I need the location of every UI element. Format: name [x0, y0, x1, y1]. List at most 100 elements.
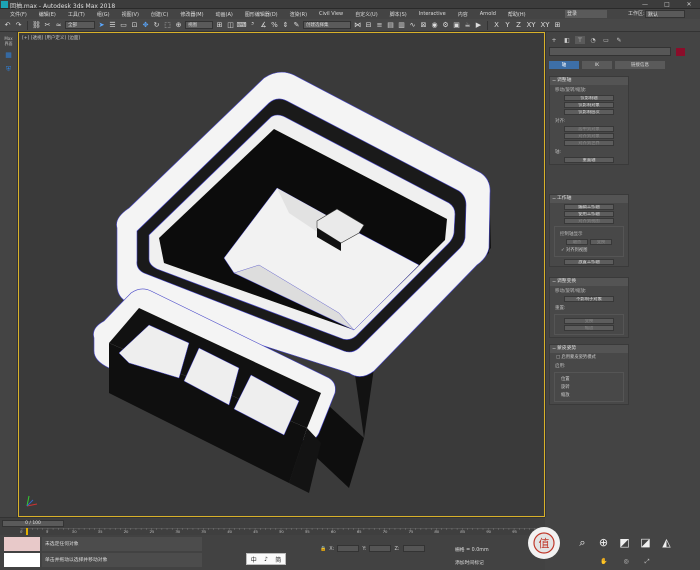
y-coordinate-field[interactable] [369, 545, 392, 552]
zoom-icon[interactable]: ⌕ [575, 535, 590, 550]
reset-transform-button[interactable]: 变换 [564, 318, 614, 324]
menu-interactive[interactable]: Interactive [413, 11, 452, 17]
snap-icon[interactable]: ◫ [226, 21, 235, 30]
unlink-icon[interactable]: ✂ [43, 21, 52, 30]
dont-affect-children-button[interactable]: 不影响子对象 [564, 296, 614, 302]
ime-toolbar[interactable]: 中 ♪ 简 [246, 553, 286, 565]
affect-pivot-only-button[interactable]: 仅影响轴 [564, 95, 614, 101]
affect-object-only-button[interactable]: 仅影响对象 [564, 102, 614, 108]
create-tab-icon[interactable]: + [549, 36, 559, 44]
align-to-world-button[interactable]: 对齐到世界 [564, 140, 614, 146]
menu-rendering[interactable]: 渲染(R) [284, 11, 313, 18]
rollout-header[interactable]: 工作轴 [550, 195, 628, 203]
zoom-all-icon[interactable]: ⊕ [596, 535, 611, 550]
tab-ik[interactable]: IK [582, 61, 612, 69]
menu-graph-editors[interactable]: 图形编辑器(D) [239, 11, 284, 18]
rotate-icon[interactable]: ↻ [152, 21, 161, 30]
maximize-viewport-icon[interactable]: ⤢ [645, 558, 650, 566]
layer-icon[interactable]: ≡ [375, 21, 384, 30]
mirror-icon[interactable]: ⋈ [353, 21, 362, 30]
maximize-button[interactable]: □ [658, 0, 676, 8]
move-icon[interactable]: ✥ [141, 21, 150, 30]
select-by-name-icon[interactable]: ☰ [108, 21, 117, 30]
menu-scripting[interactable]: 脚本(S) [384, 11, 413, 18]
curve-editor-icon[interactable]: ∿ [408, 21, 417, 30]
selection-filter-dropdown[interactable]: 全部 [65, 21, 95, 29]
minimize-button[interactable]: — [636, 0, 654, 8]
transform-display-button[interactable]: 变换 [590, 239, 612, 245]
menu-edit[interactable]: 编辑(E) [33, 11, 62, 18]
spinner-snap-icon[interactable]: ⇕ [281, 21, 290, 30]
menu-modifiers[interactable]: 修改器(M) [174, 11, 209, 18]
align-to-view-button[interactable]: 对齐到视图 [564, 218, 614, 224]
maxscript-listener-input[interactable] [4, 537, 40, 551]
skin-pose-checkbox[interactable]: □ 启用蒙皮姿势模式 [550, 353, 628, 361]
menu-file[interactable]: 文件(F) [4, 11, 33, 18]
pivot-icon[interactable]: ⊞ [215, 21, 224, 30]
utilities-tab-icon[interactable]: ✎ [614, 36, 624, 44]
rollout-header[interactable]: 蒙皮姿势 [550, 345, 628, 353]
menu-civil-view[interactable]: Civil View [313, 11, 349, 17]
scene-explorer-icon[interactable]: ▤ [386, 21, 395, 30]
axis-display-button[interactable]: 轴点 [566, 239, 588, 245]
reset-pivot-button[interactable]: 重置轴 [564, 157, 614, 163]
object-color-swatch[interactable] [676, 48, 685, 56]
align-to-view-checkbox[interactable]: ✓ 对齐到视图 [555, 246, 623, 254]
percent-snap-icon[interactable]: % [270, 21, 279, 30]
skin-pose-rotation[interactable]: 旋转 [555, 383, 623, 391]
menu-views[interactable]: 视图(V) [116, 11, 145, 18]
ime-mode[interactable]: 中 [251, 555, 257, 564]
perspective-viewport[interactable]: [+] [透视] [用户定义] [边面] [18, 32, 545, 517]
render-setup-icon[interactable]: ⚙ [441, 21, 450, 30]
undo-icon[interactable]: ↶ [3, 21, 12, 30]
scale-icon[interactable]: ⬚ [163, 21, 172, 30]
scene-explorer-icon[interactable]: ▦ [3, 50, 15, 60]
menu-group[interactable]: 组(G) [91, 11, 116, 18]
rollout-header[interactable]: 调整变换 [550, 278, 628, 286]
tab-pivot[interactable]: 轴 [549, 61, 579, 69]
tab-link-info[interactable]: 链接信息 [615, 61, 665, 69]
modify-tab-icon[interactable]: ◧ [562, 36, 572, 44]
keyboard-shortcut-icon[interactable]: ⌨ [236, 21, 246, 30]
object-name-field[interactable] [549, 47, 671, 56]
menu-arnold[interactable]: Arnold [474, 11, 502, 17]
x-coordinate-field[interactable] [337, 545, 360, 552]
menu-create[interactable]: 创建(C) [145, 11, 174, 18]
reference-coord-dropdown[interactable]: 视图 [185, 21, 213, 29]
schematic-icon[interactable]: ⊠ [419, 21, 428, 30]
place-icon[interactable]: ⊕ [174, 21, 183, 30]
skin-pose-position[interactable]: 位置 [555, 375, 623, 383]
select-icon[interactable]: ➤ [97, 21, 106, 30]
axis-xy2-icon[interactable]: XY [539, 21, 551, 30]
axis-y-icon[interactable]: Y [503, 21, 512, 30]
named-selection-dropdown[interactable]: 创建选择集 [303, 21, 351, 29]
place-working-pivot-button[interactable]: 放置工作轴 [564, 259, 614, 265]
z-coordinate-field[interactable] [402, 545, 425, 552]
add-time-tag-button[interactable]: 添加时间标记 [455, 559, 484, 566]
toolbar-extra-icon[interactable]: ⊞ [553, 21, 562, 30]
workspace-dropdown[interactable]: 默认 [645, 10, 685, 18]
bind-icon[interactable]: ≈ [54, 21, 63, 30]
axis-z-icon[interactable]: Z [514, 21, 523, 30]
menu-content[interactable]: 内容 [452, 11, 474, 18]
rect-select-icon[interactable]: ▭ [119, 21, 128, 30]
menu-customize[interactable]: 自定义(U) [349, 11, 384, 18]
zoom-extents-icon[interactable]: ◩ [617, 535, 632, 550]
motion-tab-icon[interactable]: ◔ [588, 36, 598, 44]
angle-snap-icon[interactable]: ∡ [259, 21, 268, 30]
center-to-object-button[interactable]: 居中到对象 [564, 126, 614, 132]
shield-icon[interactable]: ⛨ [3, 64, 15, 74]
use-working-pivot-button[interactable]: 使用工作轴 [564, 211, 614, 217]
menu-help[interactable]: 帮助(H) [502, 11, 532, 18]
skin-pose-scale[interactable]: 缩放 [555, 391, 623, 399]
render-frame-icon[interactable]: ▣ [452, 21, 461, 30]
display-tab-icon[interactable]: ▭ [601, 36, 611, 44]
render-icon[interactable]: ☕ [463, 21, 472, 30]
menu-animation[interactable]: 动画(A) [210, 11, 239, 18]
edit-named-sel-icon[interactable]: ✎ [292, 21, 301, 30]
affect-hierarchy-only-button[interactable]: 仅影响层次 [564, 109, 614, 115]
window-crossing-icon[interactable]: ⊡ [130, 21, 139, 30]
menu-tools[interactable]: 工具(T) [62, 11, 91, 18]
edit-working-pivot-button[interactable]: 编辑工作轴 [564, 204, 614, 210]
zoom-extents-all-icon[interactable]: ◪ [638, 535, 653, 550]
